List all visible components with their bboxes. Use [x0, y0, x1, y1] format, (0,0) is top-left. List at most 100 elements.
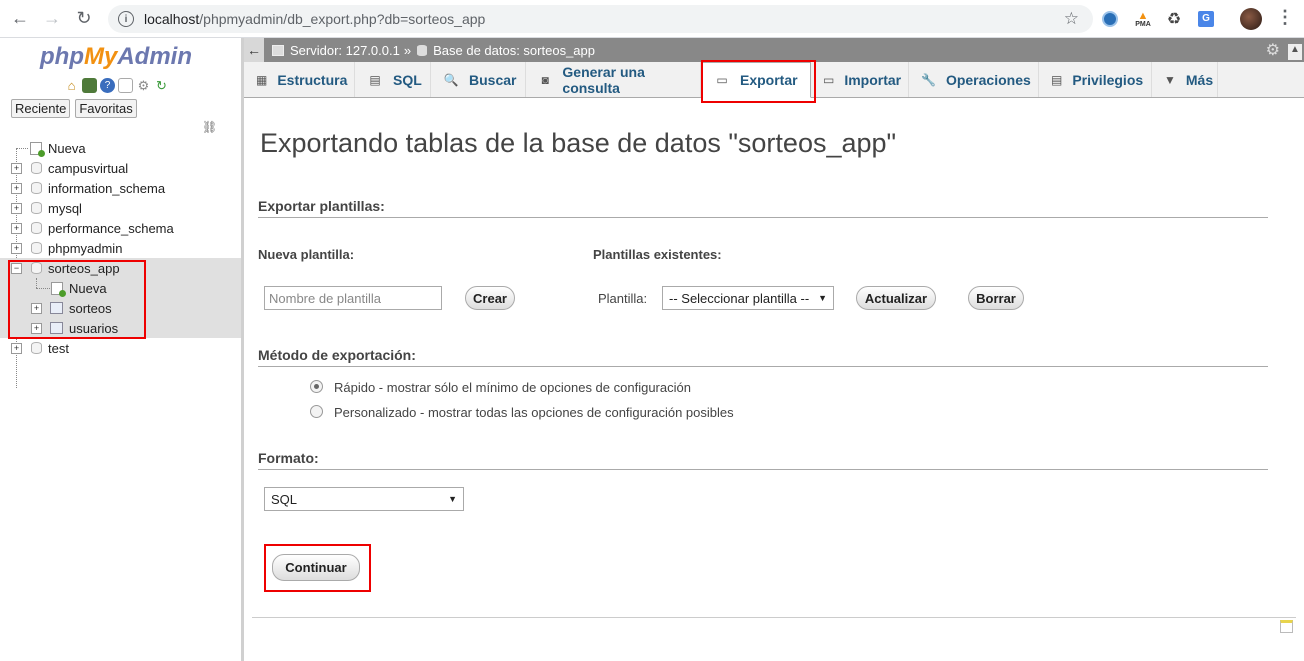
help-icon[interactable]: ? [100, 78, 115, 93]
avatar[interactable] [1240, 8, 1262, 30]
template-select[interactable]: -- Seleccionar plantilla -- ▼ [662, 286, 834, 310]
collapse-panel-icon[interactable]: ← [244, 38, 264, 62]
expand-icon[interactable]: + [11, 183, 22, 194]
info-icon[interactable]: i [118, 11, 134, 27]
tree-item-phpmyadmin[interactable]: + phpmyadmin [0, 238, 241, 258]
phpmyadmin-logo[interactable]: phpMyAdmin [40, 43, 192, 71]
privileges-icon: ▤ [1051, 72, 1063, 87]
translate-icon[interactable]: G [1196, 9, 1216, 29]
radio-custom[interactable] [310, 405, 323, 418]
tab-label: Más [1185, 71, 1214, 88]
docs-icon[interactable] [118, 78, 133, 93]
tree-label: phpmyadmin [48, 241, 123, 256]
breadcrumb-database[interactable]: Base de datos: sorteos_app [433, 43, 595, 58]
template-select-value: -- Seleccionar plantilla -- [669, 290, 810, 306]
main-content: Exportando tablas de la base de datos "s… [244, 98, 1304, 661]
radio-quick-label[interactable]: Rápido - mostrar sólo el mínimo de opcio… [334, 380, 691, 395]
highlight-box-export-tab [701, 60, 816, 103]
highlight-box-continue [264, 544, 371, 592]
quick-icons: ⌂ ? ⚙ ↻ [64, 78, 169, 93]
import-icon: ▭ [823, 72, 835, 87]
new-db-icon [30, 142, 45, 157]
forward-icon[interactable]: → [40, 7, 64, 31]
breadcrumb-items: Servidor: 127.0.0.1 » Base de datos: sor… [272, 43, 595, 58]
database-icon [31, 182, 42, 194]
tree-item-test[interactable]: + test [0, 338, 241, 358]
breadcrumb-server[interactable]: Servidor: 127.0.0.1 [290, 43, 400, 58]
tab-label: Generar una consulta [562, 63, 645, 96]
template-name-placeholder: Nombre de plantilla [269, 290, 382, 306]
tree-label: campusvirtual [48, 161, 129, 176]
tab-more[interactable]: ▼ Más [1152, 62, 1218, 97]
tab-operations[interactable]: 🔧 Operaciones [909, 62, 1039, 97]
recycle-icon[interactable]: ♻ [1164, 9, 1184, 29]
tree-label: test [48, 341, 69, 356]
tab-recent[interactable]: Reciente [11, 99, 71, 118]
logout-icon[interactable] [82, 78, 97, 93]
link-icon[interactable]: ⛓ [202, 120, 217, 134]
database-icon [31, 202, 42, 214]
tab-label: Estructura [277, 71, 348, 88]
radio-quick[interactable] [310, 380, 323, 393]
format-select[interactable]: SQL ▼ [264, 487, 464, 511]
radio-custom-label[interactable]: Personalizado - mostrar todas las opcion… [334, 405, 734, 420]
opera-icon[interactable] [1100, 9, 1120, 29]
expand-icon[interactable]: + [11, 223, 22, 234]
tree-item-campusvirtual[interactable]: + campusvirtual [0, 158, 241, 178]
update-button[interactable]: Actualizar [856, 286, 936, 310]
tree-item-performance-schema[interactable]: + performance_schema [0, 218, 241, 238]
tab-favorites[interactable]: Favoritas [75, 99, 137, 118]
refresh-icon[interactable]: ↻ [154, 78, 169, 93]
logo-my: My [83, 43, 118, 70]
back-icon[interactable]: ← [8, 7, 32, 31]
navigation-panel: phpMyAdmin ⌂ ? ⚙ ↻ Reciente Favoritas ⛓ … [0, 38, 241, 661]
settings-icon[interactable]: ⚙ [1266, 40, 1280, 60]
tree-item-mysql[interactable]: + mysql [0, 198, 241, 218]
home-icon[interactable]: ⌂ [64, 78, 79, 93]
create-button[interactable]: Crear [465, 286, 515, 310]
tab-label: SQL [393, 71, 422, 88]
reload-icon[interactable]: ↻ [72, 7, 96, 31]
tab-privileges[interactable]: ▤ Privilegios [1039, 62, 1152, 97]
tree-item-information-schema[interactable]: + information_schema [0, 178, 241, 198]
expand-icon[interactable]: + [11, 203, 22, 214]
query-icon: ◙ [541, 72, 549, 87]
url-path: /phpmyadmin/db_export.php?db=sorteos_app [199, 11, 486, 27]
menu-icon[interactable]: ⋮ [1276, 7, 1294, 28]
search-icon: 🔍 [443, 72, 459, 87]
format-select-value: SQL [271, 491, 298, 507]
divider [252, 617, 1296, 618]
logo-php: php [40, 43, 84, 70]
star-icon[interactable]: ☆ [1064, 9, 1079, 29]
expand-icon[interactable]: + [11, 243, 22, 254]
url-text[interactable]: localhost/phpmyadmin/db_export.php?db=so… [144, 11, 485, 27]
tab-label: Buscar [469, 71, 517, 88]
tab-structure[interactable]: ▦ Estructura [244, 62, 355, 97]
tree-line [16, 148, 28, 149]
template-name-input[interactable]: Nombre de plantilla [264, 286, 442, 310]
tab-label: Privilegios [1072, 71, 1144, 88]
console-icon[interactable] [1280, 620, 1293, 633]
tree-label: information_schema [48, 181, 166, 196]
existing-templates-label: Plantillas existentes: [593, 247, 722, 262]
database-icon [31, 342, 42, 354]
database-icon [31, 162, 42, 174]
tab-sql[interactable]: ▤ SQL [355, 62, 431, 97]
tab-label: Operaciones [945, 71, 1031, 88]
delete-button[interactable]: Borrar [968, 286, 1024, 310]
url-host: localhost [144, 11, 200, 27]
template-label: Plantilla: [598, 291, 648, 306]
tree-label: Nueva [48, 141, 86, 156]
gear-icon[interactable]: ⚙ [136, 78, 151, 93]
dropdown-arrow-icon: ▼ [818, 293, 827, 303]
address-bar[interactable]: i localhost/phpmyadmin/db_export.php?db=… [108, 5, 1093, 33]
tab-search[interactable]: 🔍 Buscar [431, 62, 526, 97]
expand-icon[interactable]: + [11, 343, 22, 354]
tree-item-new[interactable]: Nueva [0, 138, 241, 158]
tree-label: performance_schema [48, 221, 174, 236]
tab-import[interactable]: ▭ Importar [811, 62, 909, 97]
scroll-up-icon[interactable]: ▲ [1288, 44, 1302, 60]
tab-query[interactable]: ◙ Generar una consulta [526, 62, 701, 97]
pma-icon[interactable]: ▲ PMA [1133, 9, 1153, 29]
expand-icon[interactable]: + [11, 163, 22, 174]
